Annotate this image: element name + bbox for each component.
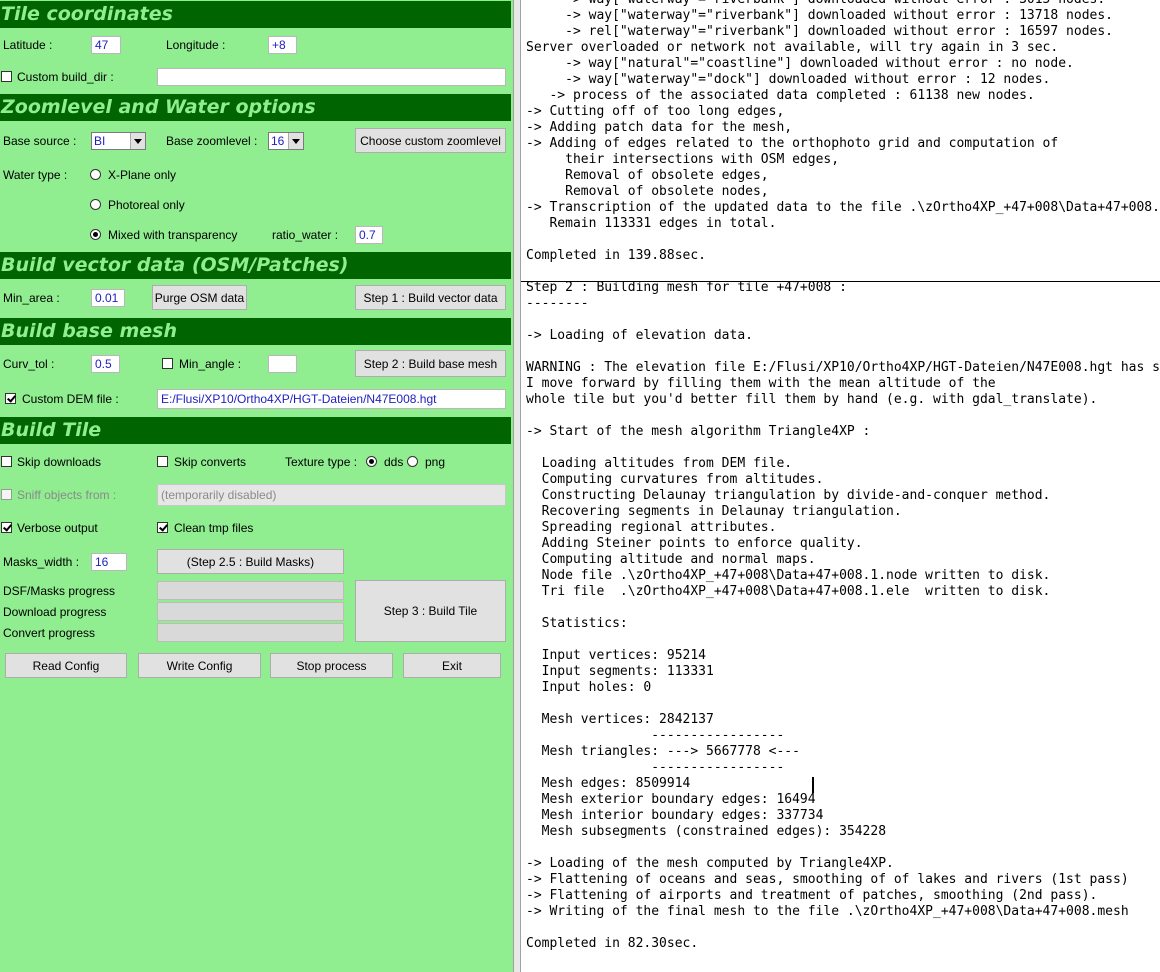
sniff-objects-input: (temporarily disabled) (157, 484, 506, 506)
read-config-button[interactable]: Read Config (5, 653, 127, 678)
step1-build-vector-data-button[interactable]: Step 1 : Build vector data (355, 285, 506, 310)
base-zoomlevel-label: Base zoomlevel : (166, 134, 258, 148)
console-log-panel[interactable]: -> way["waterway"="riverbank"] downloade… (521, 0, 1160, 972)
download-progress-label: Download progress (3, 605, 107, 619)
water-mixed-label: Mixed with transparency (108, 228, 238, 242)
dsf-masks-progress-label: DSF/Masks progress (3, 584, 116, 598)
console-log-step2: Step 2 : Building mesh for tile +47+008 … (526, 280, 1160, 951)
skip-converts-checkbox[interactable] (157, 456, 168, 467)
write-config-button[interactable]: Write Config (138, 653, 261, 678)
exit-button[interactable]: Exit (403, 653, 501, 678)
masks-width-label: Masks_width : (3, 555, 80, 569)
purge-osm-data-button[interactable]: Purge OSM data (152, 285, 247, 310)
custom-build-dir-checkbox[interactable] (1, 71, 12, 82)
longitude-label: Longitude : (166, 38, 226, 52)
convert-progress-label: Convert progress (3, 626, 96, 640)
text-cursor (812, 777, 814, 793)
choose-custom-zoomlevel-button[interactable]: Choose custom zoomlevel (355, 128, 506, 153)
console-log-step1: -> way["waterway"="riverbank"] downloade… (526, 0, 1160, 263)
custom-dem-input[interactable]: E:/Flusi/XP10/Ortho4XP/HGT-Dateien/N47E0… (157, 389, 506, 409)
verbose-output-label: Verbose output (17, 521, 98, 535)
chevron-down-icon[interactable] (288, 133, 303, 149)
water-type-label: Water type : (3, 168, 68, 182)
step3-build-tile-button[interactable]: Step 3 : Build Tile (355, 580, 506, 642)
latitude-input[interactable]: 47 (91, 36, 121, 54)
masks-width-input[interactable]: 16 (91, 553, 127, 571)
texture-dds-label: dds (384, 455, 404, 469)
water-xplane-radio[interactable] (90, 169, 101, 180)
section-header-base-mesh: Build base mesh (0, 318, 511, 345)
chevron-down-icon[interactable] (130, 133, 145, 149)
latitude-label: Latitude : (3, 38, 53, 52)
convert-progress-bar (157, 623, 344, 642)
water-photoreal-radio[interactable] (90, 199, 101, 210)
min-area-label: Min_area : (3, 291, 60, 305)
skip-downloads-checkbox[interactable] (1, 456, 12, 467)
console-log: -> way["waterway"="riverbank"] downloade… (526, 0, 1160, 952)
section-header-tile-coordinates: Tile coordinates (0, 1, 511, 28)
texture-png-label: png (425, 455, 446, 469)
ratio-water-label: ratio_water : (272, 228, 339, 242)
min-angle-label: Min_angle : (179, 357, 242, 371)
min-angle-input[interactable] (268, 355, 297, 373)
sniff-objects-label: Sniff objects from : (17, 488, 117, 502)
base-source-label: Base source : (3, 134, 77, 148)
clean-tmp-files-label: Clean tmp files (174, 521, 254, 535)
skip-converts-label: Skip converts (174, 455, 247, 469)
log-separator (521, 281, 1160, 282)
section-header-vector-data: Build vector data (OSM/Patches) (0, 252, 511, 279)
verbose-output-checkbox[interactable] (1, 522, 12, 533)
custom-build-dir-input[interactable] (157, 68, 506, 86)
texture-type-label: Texture type : (285, 455, 358, 469)
base-source-select[interactable]: BI (91, 132, 146, 150)
section-header-zoom-water: Zoomlevel and Water options (0, 94, 511, 121)
custom-dem-label: Custom DEM file : (22, 392, 119, 406)
control-panel: Tile coordinates Latitude : 47 Longitude… (0, 0, 513, 972)
sniff-objects-checkbox (1, 489, 12, 500)
longitude-input[interactable]: +8 (268, 36, 297, 54)
base-source-value: BI (94, 134, 106, 148)
section-header-build-tile: Build Tile (0, 417, 511, 444)
stop-process-button[interactable]: Stop process (270, 653, 393, 678)
base-zoomlevel-value: 16 (271, 134, 285, 148)
water-photoreal-label: Photoreal only (108, 198, 185, 212)
base-zoomlevel-select[interactable]: 16 (268, 132, 304, 150)
water-mixed-radio[interactable] (90, 229, 101, 240)
pane-divider[interactable] (513, 0, 521, 972)
min-angle-checkbox[interactable] (162, 358, 173, 369)
custom-dem-checkbox[interactable] (5, 393, 16, 404)
curv-tol-input[interactable]: 0.5 (91, 355, 120, 373)
skip-downloads-label: Skip downloads (17, 455, 102, 469)
ratio-water-input[interactable]: 0.7 (355, 226, 383, 244)
custom-build-dir-label: Custom build_dir : (17, 70, 114, 84)
water-xplane-label: X-Plane only (108, 168, 177, 182)
min-area-input[interactable]: 0.01 (91, 289, 125, 307)
texture-png-radio[interactable] (407, 456, 418, 467)
dsf-masks-progress-bar (157, 581, 344, 600)
step2-build-base-mesh-button[interactable]: Step 2 : Build base mesh (355, 350, 506, 377)
curv-tol-label: Curv_tol : (3, 357, 55, 371)
texture-dds-radio[interactable] (366, 456, 377, 467)
download-progress-bar (157, 602, 344, 621)
clean-tmp-files-checkbox[interactable] (157, 522, 168, 533)
build-masks-button[interactable]: (Step 2.5 : Build Masks) (157, 549, 344, 574)
